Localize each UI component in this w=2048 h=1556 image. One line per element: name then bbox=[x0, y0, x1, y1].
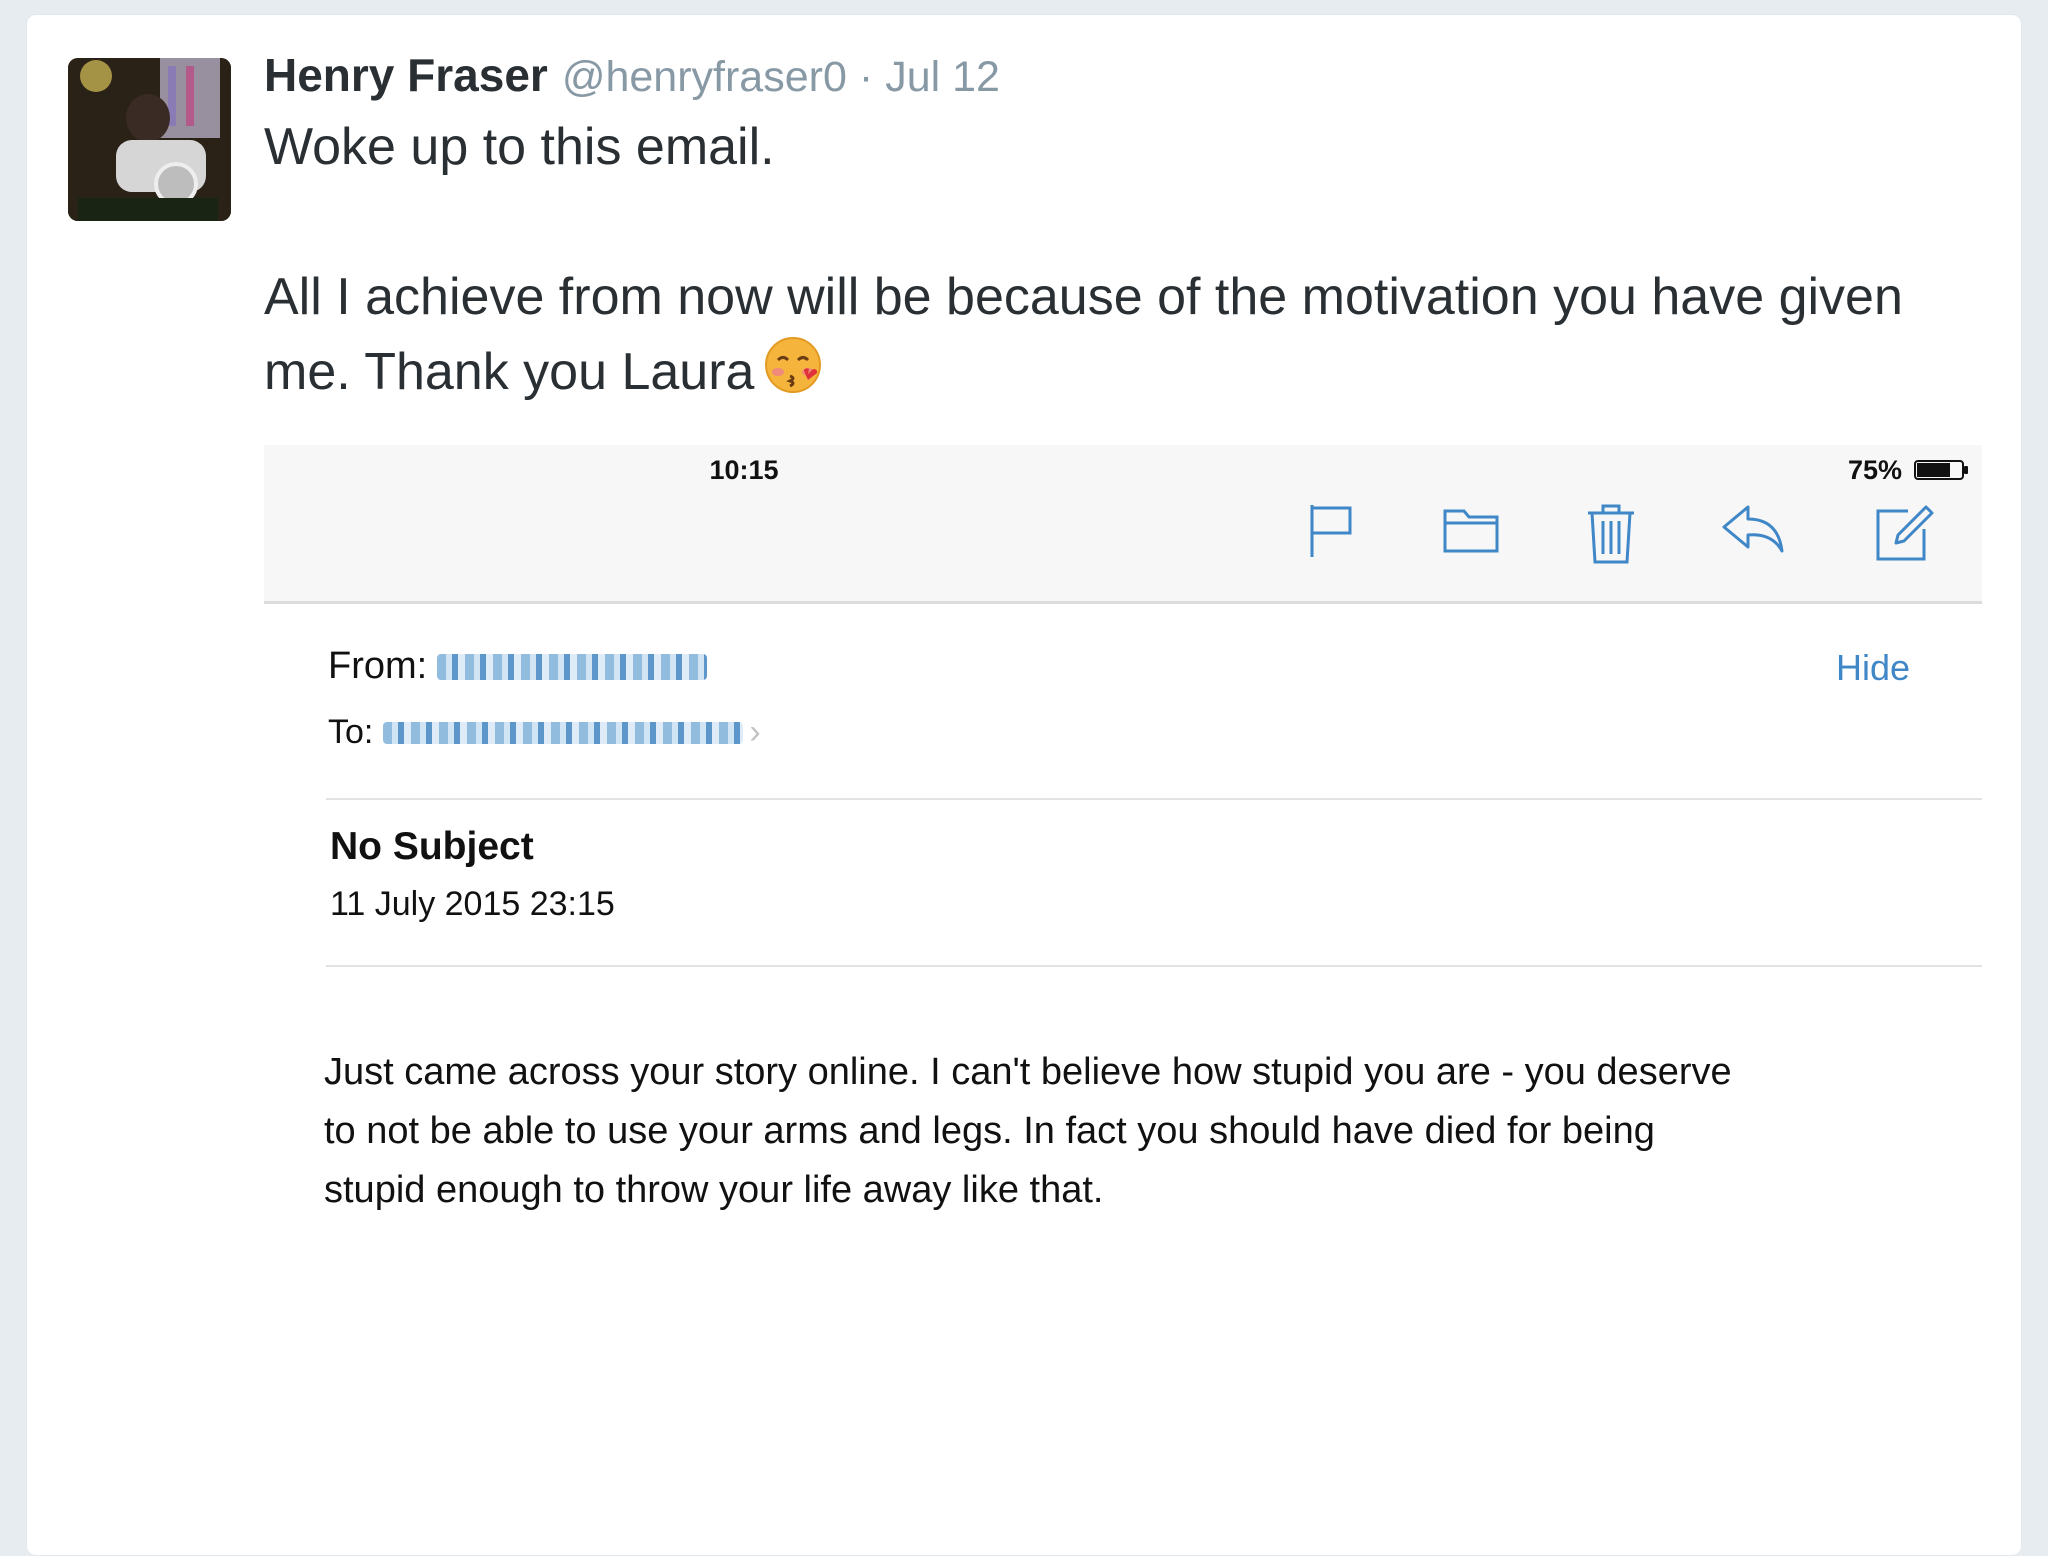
email-body: Just came across your story online. I ca… bbox=[324, 1043, 1954, 1220]
battery-icon bbox=[1914, 459, 1970, 481]
battery-percent: 75% bbox=[1847, 455, 1902, 485]
to-row[interactable]: To: › bbox=[328, 713, 761, 752]
email-body-line: Just came across your story online. I ca… bbox=[324, 1051, 1732, 1093]
mail-toolbar: 10:15 75% bbox=[264, 445, 1982, 604]
tweet-text-fragment: me. Thank you Laura bbox=[264, 343, 755, 401]
header-separator: · bbox=[858, 53, 874, 101]
redacted-sender bbox=[437, 653, 708, 680]
tweet-text-line: Woke up to this email. bbox=[264, 118, 775, 176]
flag-icon[interactable] bbox=[1306, 503, 1356, 564]
compose-icon[interactable] bbox=[1874, 503, 1934, 568]
reply-icon[interactable] bbox=[1720, 503, 1786, 560]
folder-icon[interactable] bbox=[1442, 503, 1500, 560]
kiss-emoji-icon bbox=[764, 336, 822, 415]
tweet-text-line: me. Thank you Laura bbox=[264, 335, 2004, 415]
chevron-right-icon[interactable]: › bbox=[749, 713, 760, 752]
email-date: 11 July 2015 23:15 bbox=[330, 885, 615, 923]
email-body-line: to not be able to use your arms and legs… bbox=[324, 1110, 1655, 1152]
hide-button[interactable]: Hide bbox=[1836, 647, 1910, 689]
avatar[interactable] bbox=[68, 58, 231, 221]
divider bbox=[326, 798, 1982, 800]
email-screenshot[interactable]: 10:15 75% From: To: › Hide No Subject 11… bbox=[264, 445, 1982, 1245]
redacted-recipient bbox=[383, 721, 744, 744]
email-subject: No Subject bbox=[330, 825, 534, 868]
display-name[interactable]: Henry Fraser bbox=[264, 48, 548, 102]
tweet-text-line: All I achieve from now will be because o… bbox=[264, 268, 1903, 326]
tweet-date[interactable]: Jul 12 bbox=[885, 53, 1000, 102]
email-body-line: stupid enough to throw your life away li… bbox=[324, 1169, 1104, 1211]
status-time: 10:15 bbox=[709, 455, 779, 485]
divider bbox=[326, 965, 1982, 967]
screen-name[interactable]: @henryfraser0 bbox=[562, 53, 847, 102]
trash-icon[interactable] bbox=[1586, 503, 1636, 570]
tweet-header: Henry Fraser @henryfraser0 · Jul 12 bbox=[264, 48, 1000, 108]
from-label: From: bbox=[328, 645, 428, 687]
from-row: From: bbox=[328, 645, 708, 688]
to-label: To: bbox=[328, 713, 374, 751]
tweet-text: Woke up to this email. All I achieve fro… bbox=[264, 110, 2004, 415]
